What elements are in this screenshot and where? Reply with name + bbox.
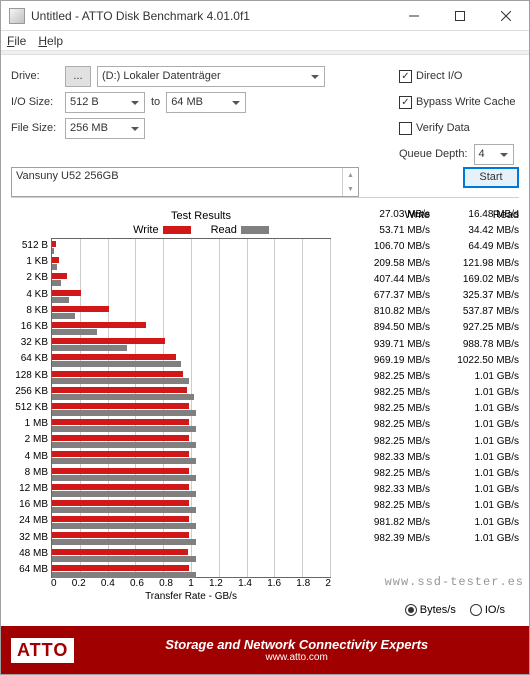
write-value: 982.25 MB/s <box>341 417 430 433</box>
maximize-button[interactable] <box>437 1 483 31</box>
start-button[interactable]: Start <box>463 167 519 188</box>
filesize-value: 256 MB <box>70 122 108 134</box>
read-value: 1.01 GB/s <box>430 417 519 433</box>
read-value: 1.01 GB/s <box>430 482 519 498</box>
footer-banner: ATTO Storage and Network Connectivity Ex… <box>1 626 529 674</box>
results-title: Test Results <box>71 210 331 222</box>
iosize-from-value: 512 B <box>70 96 99 108</box>
drive-select[interactable]: (D:) Lokaler Datenträger <box>97 66 325 87</box>
read-value: 1.01 GB/s <box>430 385 519 401</box>
iosize-to-value: 64 MB <box>171 96 203 108</box>
write-value: 53.71 MB/s <box>341 223 430 239</box>
bypass-label: Bypass Write Cache <box>416 96 515 108</box>
read-value: 537.87 MB/s <box>430 304 519 320</box>
to-label: to <box>151 96 160 108</box>
legend-write: Write <box>133 224 190 236</box>
write-value: 939.71 MB/s <box>341 337 430 353</box>
bytes-s-label: Bytes/s <box>420 604 456 616</box>
menu-help[interactable]: Help <box>38 34 63 48</box>
chart-x-axis: 00.20.40.60.811.21.41.61.82 <box>51 578 331 589</box>
queue-depth-value: 4 <box>479 148 485 160</box>
queue-depth-select[interactable]: 4 <box>474 144 514 165</box>
io-per-sec-radio[interactable]: IO/s <box>470 604 505 616</box>
read-value: 169.02 MB/s <box>430 272 519 288</box>
write-value: 969.19 MB/s <box>341 353 430 369</box>
write-value: 982.33 MB/s <box>341 482 430 498</box>
footer-tagline: Storage and Network Connectivity Experts <box>74 637 519 652</box>
iosize-to-select[interactable]: 64 MB <box>166 92 246 113</box>
read-value: 1.01 GB/s <box>430 434 519 450</box>
legend-read-label: Read <box>211 224 237 236</box>
read-value: 1.01 GB/s <box>430 466 519 482</box>
write-value: 982.25 MB/s <box>341 466 430 482</box>
spin-down-icon[interactable]: ▼ <box>342 182 358 196</box>
verify-label: Verify Data <box>416 122 470 134</box>
window-title: Untitled - ATTO Disk Benchmark 4.01.0f1 <box>31 9 391 23</box>
read-value: 64.49 MB/s <box>430 239 519 255</box>
description-textarea[interactable]: Vansuny U52 256GB ▲▼ <box>11 167 359 197</box>
read-value: 988.78 MB/s <box>430 337 519 353</box>
legend-read: Read <box>211 224 269 236</box>
watermark-text: www.ssd-tester.es <box>385 575 524 589</box>
footer-url: www.atto.com <box>74 652 519 663</box>
read-value: 1.01 GB/s <box>430 369 519 385</box>
drive-value: (D:) Lokaler Datenträger <box>102 70 221 82</box>
legend-write-swatch <box>163 226 191 234</box>
write-value: 981.82 MB/s <box>341 515 430 531</box>
direct-io-checkbox[interactable]: ✓Direct I/O <box>399 70 519 83</box>
iosize-label: I/O Size: <box>11 96 65 108</box>
write-value: 407.44 MB/s <box>341 272 430 288</box>
read-value: 34.42 MB/s <box>430 223 519 239</box>
write-value: 982.25 MB/s <box>341 498 430 514</box>
write-value: 810.82 MB/s <box>341 304 430 320</box>
write-value: 677.37 MB/s <box>341 288 430 304</box>
read-value: 1.01 GB/s <box>430 450 519 466</box>
bypass-cache-checkbox[interactable]: ✓Bypass Write Cache <box>399 96 519 109</box>
spin-up-icon[interactable]: ▲ <box>342 168 358 182</box>
read-value: 325.37 MB/s <box>430 288 519 304</box>
filesize-label: File Size: <box>11 122 65 134</box>
direct-io-label: Direct I/O <box>416 70 462 82</box>
chart-y-labels: 512 B1 KB2 KB4 KB8 KB16 KB32 KB64 KB128 … <box>11 238 51 578</box>
write-value: 894.50 MB/s <box>341 320 430 336</box>
read-value: 16.48 MB/s <box>430 207 519 223</box>
write-value: 982.25 MB/s <box>341 401 430 417</box>
close-button[interactable] <box>483 1 529 31</box>
iosize-from-select[interactable]: 512 B <box>65 92 145 113</box>
write-value: 27.03 MB/s <box>341 207 430 223</box>
verify-data-checkbox[interactable]: Verify Data <box>399 122 519 135</box>
queue-depth-label: Queue Depth: <box>399 148 468 160</box>
minimize-button[interactable] <box>391 1 437 31</box>
write-value: 982.33 MB/s <box>341 450 430 466</box>
chart-x-label: Transfer Rate - GB/s <box>51 591 331 602</box>
legend-read-swatch <box>241 226 269 234</box>
read-value: 1022.50 MB/s <box>430 353 519 369</box>
read-value: 121.98 MB/s <box>430 256 519 272</box>
drive-label: Drive: <box>11 70 65 82</box>
filesize-select[interactable]: 256 MB <box>65 118 145 139</box>
app-icon <box>9 8 25 24</box>
legend-write-label: Write <box>133 224 158 236</box>
io-s-label: IO/s <box>485 604 505 616</box>
read-value: 1.01 GB/s <box>430 498 519 514</box>
bytes-per-sec-radio[interactable]: Bytes/s <box>405 604 456 616</box>
read-value: 1.01 GB/s <box>430 515 519 531</box>
atto-logo: ATTO <box>11 638 74 663</box>
write-value: 982.25 MB/s <box>341 385 430 401</box>
write-value: 209.58 MB/s <box>341 256 430 272</box>
read-value: 1.01 GB/s <box>430 401 519 417</box>
read-value: 1.01 GB/s <box>430 531 519 547</box>
write-value: 106.70 MB/s <box>341 239 430 255</box>
write-value: 982.25 MB/s <box>341 369 430 385</box>
browse-drive-button[interactable]: ... <box>65 66 91 87</box>
description-text: Vansuny U52 256GB <box>16 170 119 182</box>
chart-area <box>51 238 331 578</box>
write-value: 982.39 MB/s <box>341 531 430 547</box>
write-value: 982.25 MB/s <box>341 434 430 450</box>
menu-file[interactable]: File <box>7 34 26 48</box>
read-value: 927.25 MB/s <box>430 320 519 336</box>
